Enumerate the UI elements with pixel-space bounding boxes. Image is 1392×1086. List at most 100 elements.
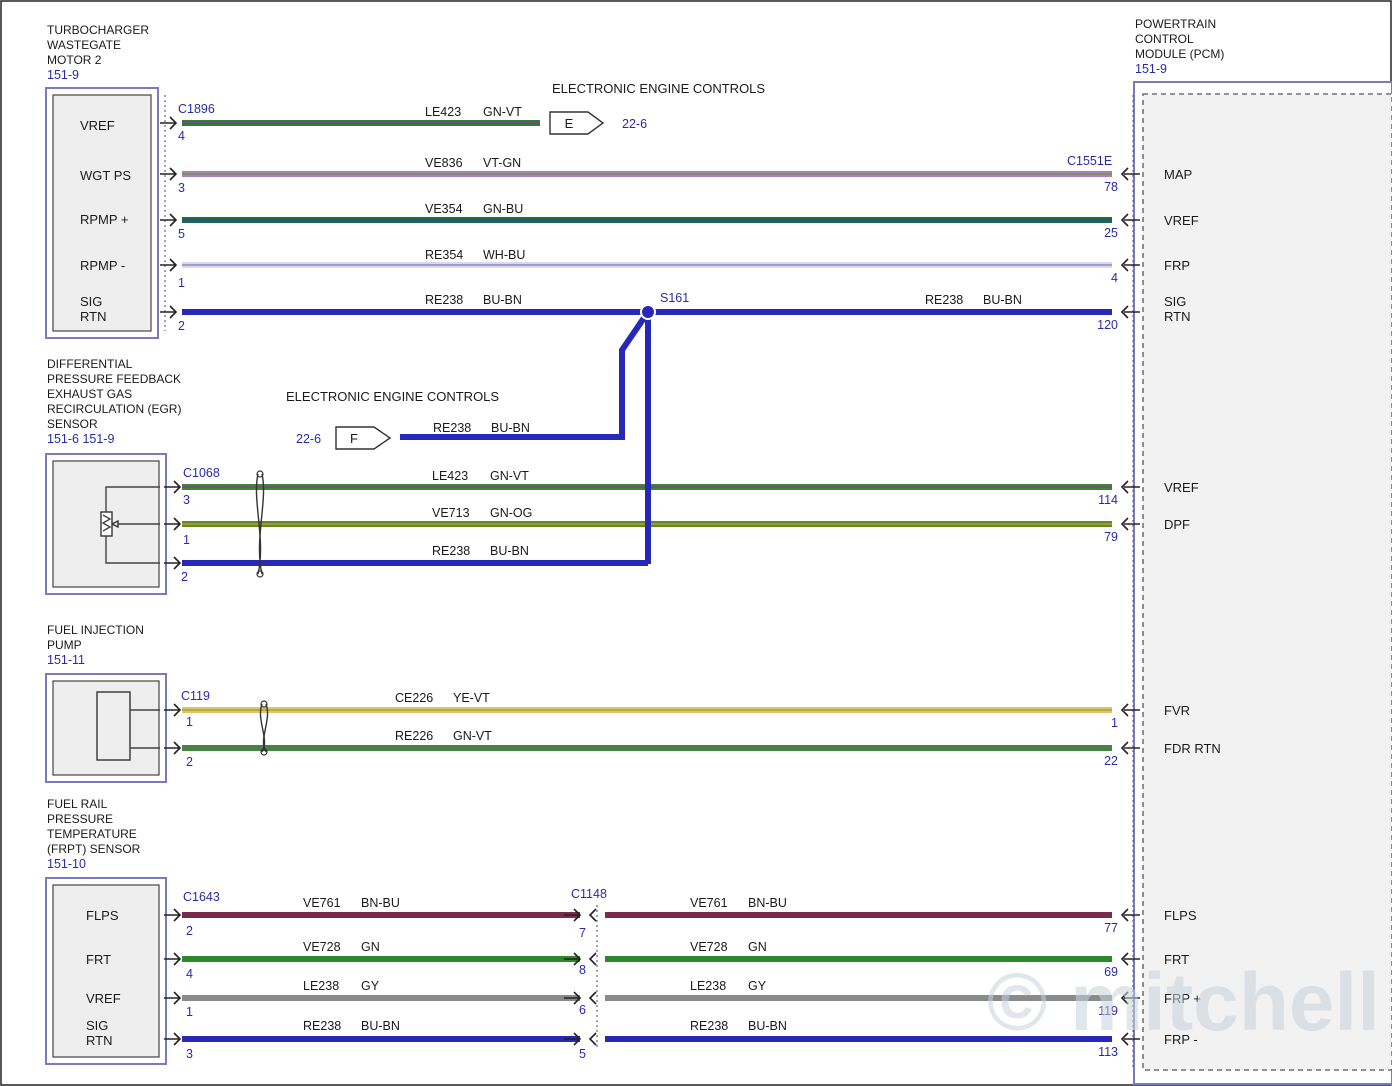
splice-s161: S161 [660, 291, 689, 305]
c1148-pin-num: 6 [579, 1003, 586, 1017]
wire-circuit-label: RE238 [303, 1019, 341, 1033]
fip-label-line: PUMP [47, 638, 82, 652]
egr-label-line: RECIRCULATION (EGR) [47, 402, 181, 416]
wire-color-label: WH-BU [483, 248, 525, 262]
connector-c1551e: C1551E [1067, 154, 1112, 168]
wire-color-label: GY [748, 979, 767, 993]
fip-label-line: FUEL INJECTION [47, 623, 144, 637]
connector-c1643: C1643 [183, 890, 220, 904]
connector-c119: C119 [181, 689, 210, 703]
splice-s161-dot [640, 304, 656, 320]
frpt-ref: 151-10 [47, 857, 86, 871]
fip-pin-num: 2 [186, 755, 193, 769]
wiring-diagram: TURBOCHARGER WASTEGATE MOTOR 2 151-9 DIF… [0, 0, 1392, 1086]
frpt-pin-name: FRT [86, 952, 111, 967]
pcm-pin-name: FVR [1164, 703, 1190, 718]
offpage-letter: E [565, 116, 574, 131]
wire-circuit-label: LE238 [303, 979, 339, 993]
wire-color-label: GN [748, 940, 767, 954]
wire-circuit-label: VE761 [303, 896, 341, 910]
pump-coil-icon [96, 691, 131, 761]
c1148-pin-num: 7 [579, 926, 586, 940]
turbo-pin-num: 4 [178, 129, 185, 143]
pcm-pin-num: 78 [1104, 180, 1118, 194]
frpt-pin-num: 3 [186, 1047, 193, 1061]
wire-color-label: BU-BN [748, 1019, 787, 1033]
frpt-pin-name: VREF [86, 991, 121, 1006]
wire-color-label: GN [361, 940, 380, 954]
wire-circuit-label: RE226 [395, 729, 433, 743]
connector-c1068: C1068 [183, 466, 220, 480]
pcm-pin-name: VREF [1164, 480, 1199, 495]
wire-color-label: BU-BN [483, 293, 522, 307]
turbo-pin-num: 5 [178, 227, 185, 241]
turbo-label-line: MOTOR 2 [47, 53, 102, 67]
frpt-label-line: PRESSURE [47, 812, 113, 826]
wire-circuit-label: RE238 [925, 293, 963, 307]
frpt-label-line: FUEL RAIL [47, 797, 108, 811]
wire-circuit-label: RE238 [433, 421, 471, 435]
pcm-label-line: CONTROL [1135, 32, 1194, 46]
c1148-pin-num: 8 [579, 963, 586, 977]
connector-c1148: C1148 [571, 887, 607, 901]
wire-circuit-label: LE423 [425, 105, 461, 119]
wire-circuit-label: CE226 [395, 691, 433, 705]
wire-color-label: VT-GN [483, 156, 521, 170]
wire-circuit-label: RE238 [690, 1019, 728, 1033]
egr-label-line: EXHAUST GAS [47, 387, 132, 401]
wire-color-label: BU-BN [361, 1019, 400, 1033]
pcm-label-line: MODULE (PCM) [1135, 47, 1224, 61]
pcm-ref: 151-9 [1135, 62, 1167, 76]
egr-label-line: DIFFERENTIAL [47, 357, 133, 371]
frpt-pin-num: 2 [186, 924, 193, 938]
wire-circuit-label: VE728 [690, 940, 728, 954]
pcm-pin-name: MAP [1164, 167, 1192, 182]
egr-label-line: PRESSURE FEEDBACK [47, 372, 181, 386]
offpage-title: ELECTRONIC ENGINE CONTROLS [552, 81, 765, 96]
pcm-pin-num: 22 [1104, 754, 1118, 768]
frpt-pin-num: 4 [186, 967, 193, 981]
wire-circuit-label: RE238 [432, 544, 470, 558]
wire-color-label: GY [361, 979, 380, 993]
turbo-pin-num: 3 [178, 181, 185, 195]
frpt-pin-num: 1 [186, 1005, 193, 1019]
turbo-pin-name: VREF [80, 118, 115, 133]
egr-box [45, 453, 167, 595]
turbo-pin-name: WGT PS [80, 168, 131, 183]
wire-circuit-label: VE761 [690, 896, 728, 910]
sensor-resistor-icon [100, 511, 113, 537]
pcm-pin-name: VREF [1164, 213, 1199, 228]
pcm-box [1133, 81, 1392, 1085]
frpt-label-line: TEMPERATURE [47, 827, 137, 841]
pcm-pin-num: 25 [1104, 226, 1118, 240]
pcm-label-line: POWERTRAIN [1135, 17, 1216, 31]
pcm-pin-name: FLPS [1164, 908, 1197, 923]
pcm-pin-num: 1 [1111, 716, 1118, 730]
turbo-ref: 151-9 [47, 68, 79, 82]
wire-circuit-label: VE836 [425, 156, 463, 170]
wire-color-label: GN-OG [490, 506, 532, 520]
wire-color-label: BU-BN [491, 421, 530, 435]
egr-ref: 151-6 151-9 [47, 432, 114, 446]
offpage-letter: F [350, 431, 358, 446]
turbo-label-line: WASTEGATE [47, 38, 121, 52]
fip-box [45, 673, 167, 783]
wire-color-label: GN-VT [490, 469, 529, 483]
turbo-label-line: TURBOCHARGER [47, 23, 149, 37]
wire-color-label: BN-BU [361, 896, 400, 910]
egr-pin-num: 3 [183, 493, 190, 507]
wire-color-label: GN-BU [483, 202, 523, 216]
wire-circuit-label: RE354 [425, 248, 463, 262]
pcm-pin-num: 79 [1104, 530, 1118, 544]
wire-color-label: GN-VT [453, 729, 492, 743]
turbo-pin-name: RPMP - [80, 258, 125, 273]
wire-circuit-label: VE728 [303, 940, 341, 954]
wire-circuit-label: RE238 [425, 293, 463, 307]
offpage-ref: 22-6 [296, 432, 321, 446]
pcm-pin-num: 120 [1097, 318, 1118, 332]
egr-pin-num: 1 [183, 533, 190, 547]
connector-c1896: C1896 [178, 102, 215, 116]
c1148-pin-num: 5 [579, 1047, 586, 1061]
offpage-title: ELECTRONIC ENGINE CONTROLS [286, 389, 499, 404]
pcm-pin-name: FRP [1164, 258, 1190, 273]
